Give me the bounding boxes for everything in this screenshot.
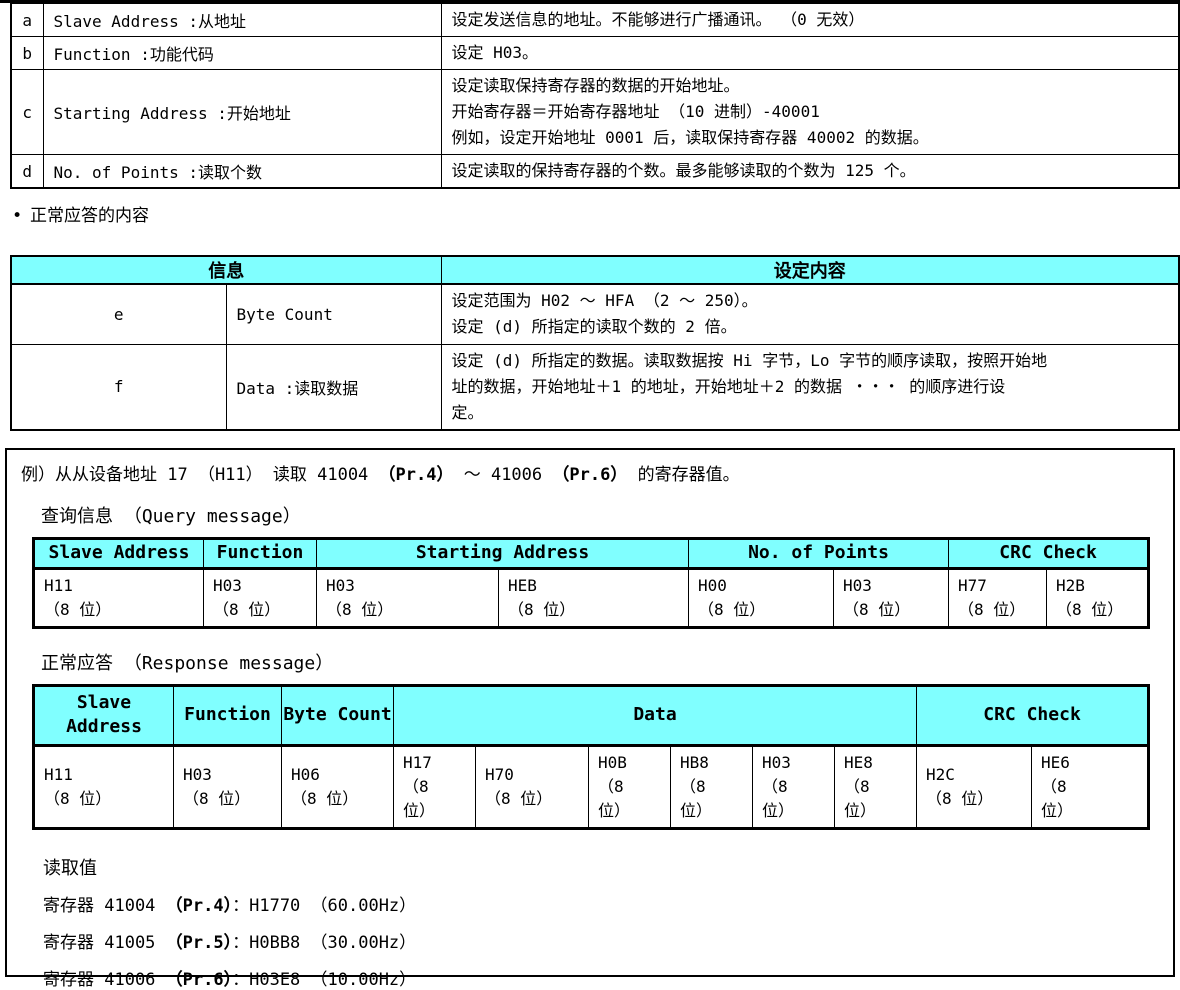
row-desc: 设定读取的保持寄存器的个数。最多能够读取的个数为 125 个。 <box>441 155 1179 189</box>
row-id: e <box>11 284 226 344</box>
bullet-icon: • <box>12 206 30 226</box>
register-text: 寄存器 41004 <box>43 896 166 916</box>
message-cell: H11 （8 位） <box>34 745 174 828</box>
row-name: Byte Count <box>226 284 441 344</box>
row-desc: 设定读取保持寄存器的数据的开始地址。 开始寄存器＝开始寄存器地址 （10 进制）… <box>441 70 1179 155</box>
register-pr: （Pr.5） <box>166 933 232 953</box>
column-header-data: Data <box>394 685 917 745</box>
message-cell: HEB （8 位） <box>499 568 689 627</box>
column-header-slave-address: Slave Address <box>34 538 204 568</box>
row-id: a <box>11 4 43 37</box>
title-text: 例）从从设备地址 17 （H11） 读取 41004 <box>21 465 379 485</box>
message-cell: H2B （8 位） <box>1047 568 1149 627</box>
table-row: e Byte Count 设定范围为 H02 ～ HFA （2 ～ 250）。 … <box>11 284 1179 344</box>
message-cell: HE8 （8 位） <box>835 745 917 828</box>
row-desc: 设定 (d) 所指定的数据。读取数据按 Hi 字节，Lo 字节的顺序读取，按照开… <box>441 344 1179 430</box>
row-id: f <box>11 344 226 430</box>
message-cell: H77 （8 位） <box>949 568 1047 627</box>
column-header-function: Function <box>204 538 317 568</box>
register-pr: （Pr.4） <box>166 896 232 916</box>
table-row: a Slave Address :从地址 设定发送信息的地址。不能够进行广播通讯… <box>11 4 1179 37</box>
column-header-starting-address: Starting Address <box>317 538 689 568</box>
register-value: ：H1770 （60.00Hz） <box>232 896 416 916</box>
message-cell: H00 （8 位） <box>689 568 834 627</box>
message-cell: H06 （8 位） <box>282 745 394 828</box>
row-name: Starting Address :开始地址 <box>43 70 441 155</box>
message-cell: H2C （8 位） <box>917 745 1032 828</box>
message-cell: H70 （8 位） <box>476 745 589 828</box>
message-cell: H03 （8 位） <box>317 568 499 627</box>
table-header-row: Slave Address Function Byte Count Data C… <box>34 685 1149 745</box>
title-text: ～ 41006 <box>453 465 552 485</box>
message-cell: H0B （8 位） <box>589 745 671 828</box>
message-cell: H11 （8 位） <box>34 568 204 627</box>
section-bullet: •正常应答的内容 <box>12 201 1180 225</box>
response-spec-table: 信息 设定内容 e Byte Count 设定范围为 H02 ～ HFA （2 … <box>10 255 1180 431</box>
query-message-table: Slave Address Function Starting Address … <box>32 537 1150 629</box>
read-values-label: 读取值 <box>43 854 1173 879</box>
table-row: H11 （8 位） H03 （8 位） H06 （8 位） H17 （8 位） … <box>34 745 1149 828</box>
row-name: No. of Points :读取个数 <box>43 155 441 189</box>
table-row: f Data :读取数据 设定 (d) 所指定的数据。读取数据按 Hi 字节，L… <box>11 344 1179 430</box>
register-reading-line: 寄存器 41004 （Pr.4）：H1770 （60.00Hz） <box>43 891 1173 916</box>
table-row: b Function :功能代码 设定 H03。 <box>11 37 1179 70</box>
row-name: Function :功能代码 <box>43 37 441 70</box>
row-desc: 设定发送信息的地址。不能够进行广播通讯。 （0 无效） <box>441 4 1179 37</box>
request-spec-table: a Slave Address :从地址 设定发送信息的地址。不能够进行广播通讯… <box>10 3 1180 189</box>
example-box: 例）从从设备地址 17 （H11） 读取 41004 （Pr.4） ～ 4100… <box>5 448 1175 977</box>
message-cell: H03 （8 位） <box>753 745 835 828</box>
table-row: H11 （8 位） H03 （8 位） H03 （8 位） HEB （8 位） … <box>34 568 1149 627</box>
row-desc: 设定范围为 H02 ～ HFA （2 ～ 250）。 设定 (d) 所指定的读取… <box>441 284 1179 344</box>
register-text: 寄存器 41005 <box>43 933 166 953</box>
message-cell: HE6 （8 位） <box>1032 745 1149 828</box>
column-header-no-of-points: No. of Points <box>689 538 949 568</box>
register-reading-line: 寄存器 41005 （Pr.5）：H0BB8 （30.00Hz） <box>43 928 1173 953</box>
column-header-byte-count: Byte Count <box>282 685 394 745</box>
row-id: d <box>11 155 43 189</box>
response-message-table: Slave Address Function Byte Count Data C… <box>32 684 1150 830</box>
register-value: ：H0BB8 （30.00Hz） <box>232 933 416 953</box>
row-id: c <box>11 70 43 155</box>
message-cell: H03 （8 位） <box>834 568 949 627</box>
message-cell: H03 （8 位） <box>204 568 317 627</box>
row-name: Slave Address :从地址 <box>43 4 441 37</box>
title-pr6: （Pr.6） <box>552 465 627 485</box>
register-reading-line: 寄存器 41006 （Pr.6）：H03E8 （10.00Hz） <box>43 965 1173 990</box>
column-header-function: Function <box>174 685 282 745</box>
register-pr: （Pr.6） <box>166 970 232 990</box>
column-header-crc-check: CRC Check <box>949 538 1149 568</box>
title-pr4: （Pr.4） <box>379 465 454 485</box>
message-cell: H17 （8 位） <box>394 745 476 828</box>
section-bullet-label: 正常应答的内容 <box>30 206 149 226</box>
title-text: 的寄存器值。 <box>627 465 739 485</box>
register-text: 寄存器 41006 <box>43 970 166 990</box>
column-header-crc-check: CRC Check <box>917 685 1149 745</box>
row-name: Data :读取数据 <box>226 344 441 430</box>
header-info: 信息 <box>11 256 441 284</box>
example-title: 例）从从设备地址 17 （H11） 读取 41004 （Pr.4） ～ 4100… <box>21 460 1173 482</box>
register-value: ：H03E8 （10.00Hz） <box>232 970 416 990</box>
header-content: 设定内容 <box>441 256 1179 284</box>
table-header-row: 信息 设定内容 <box>11 256 1179 284</box>
row-desc: 设定 H03。 <box>441 37 1179 70</box>
message-cell: H03 （8 位） <box>174 745 282 828</box>
table-row: d No. of Points :读取个数 设定读取的保持寄存器的个数。最多能够… <box>11 155 1179 189</box>
table-header-row: Slave Address Function Starting Address … <box>34 538 1149 568</box>
row-id: b <box>11 37 43 70</box>
column-header-slave-address: Slave Address <box>34 685 174 745</box>
response-message-label: 正常应答 （Response message） <box>41 649 1173 673</box>
query-message-label: 查询信息 （Query message） <box>41 502 1173 526</box>
table-row: c Starting Address :开始地址 设定读取保持寄存器的数据的开始… <box>11 70 1179 155</box>
message-cell: HB8 （8 位） <box>671 745 753 828</box>
